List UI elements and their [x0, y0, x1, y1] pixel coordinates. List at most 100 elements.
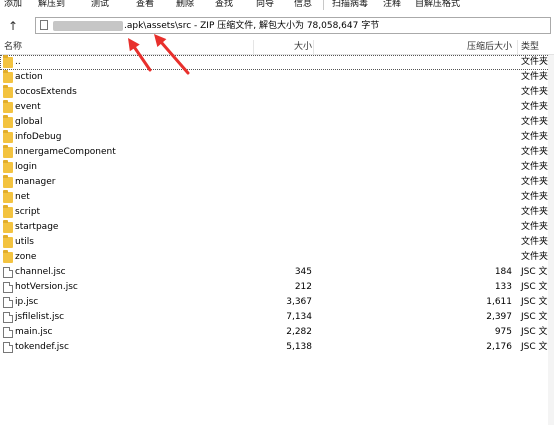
file-name: action [15, 72, 43, 82]
file-name: script [15, 207, 41, 217]
file-name: channel.jsc [15, 267, 66, 277]
file-type: 文件夹 [521, 132, 549, 142]
file-size: 212 [294, 282, 312, 292]
folder-icon [3, 145, 13, 158]
file-type: 文件夹 [521, 162, 549, 172]
name-column-header[interactable]: 名称 [4, 41, 22, 53]
folder-row[interactable]: startpage 文件夹 [0, 220, 554, 235]
toolbar-divider [323, 0, 324, 10]
file-size: 7,134 [286, 312, 312, 322]
file-row[interactable]: hotVersion.jsc 212 133 JSC 文件 [0, 280, 554, 295]
size-column-header[interactable]: 大小 [294, 41, 312, 53]
file-name: manager [15, 177, 56, 187]
vertical-scrollbar[interactable] [548, 55, 554, 425]
column-divider[interactable] [253, 40, 254, 54]
folder-row[interactable]: cocosExtends 文件夹 [0, 85, 554, 100]
file-row[interactable]: jsfilelist.jsc 7,134 2,397 JSC 文件 [0, 310, 554, 325]
file-size: 3,367 [286, 297, 312, 307]
file-icon [3, 267, 13, 278]
folder-row[interactable]: net 文件夹 [0, 190, 554, 205]
packed-size-column-header[interactable]: 压缩后大小 [467, 41, 512, 53]
packed-size: 1,611 [486, 297, 512, 307]
file-name: innergameComponent [15, 147, 116, 157]
file-type: 文件夹 [521, 87, 549, 97]
file-icon [3, 327, 13, 338]
folder-row[interactable]: innergameComponent 文件夹 [0, 145, 554, 160]
comment-button[interactable]: 注释 [383, 0, 401, 13]
file-type: 文件夹 [521, 57, 549, 67]
file-type: 文件夹 [521, 192, 549, 202]
folder-row[interactable]: manager 文件夹 [0, 175, 554, 190]
delete-button[interactable]: 删除 [176, 0, 194, 13]
folder-row[interactable]: global 文件夹 [0, 115, 554, 130]
folder-icon [3, 175, 13, 188]
file-type: 文件夹 [521, 207, 549, 217]
redacted-path-prefix [53, 21, 123, 31]
file-icon [3, 297, 13, 308]
packed-size: 2,397 [486, 312, 512, 322]
file-name: .. [15, 57, 21, 67]
file-size: 345 [294, 267, 312, 277]
file-name: jsfilelist.jsc [15, 312, 65, 322]
column-header: 名称 大小 压缩后大小 类型 [0, 40, 554, 55]
wizard-button[interactable]: 向导 [256, 0, 274, 13]
file-row[interactable]: channel.jsc 345 184 JSC 文件 [0, 265, 554, 280]
folder-icon [3, 130, 13, 143]
type-column-header[interactable]: 类型 [521, 41, 539, 53]
up-arrow-icon[interactable]: ↑ [6, 16, 20, 36]
file-type: 文件夹 [521, 252, 549, 262]
file-icon [3, 342, 13, 353]
packed-size: 2,176 [486, 342, 512, 352]
virus-scan-button[interactable]: 扫描病毒 [332, 0, 368, 13]
folder-row[interactable]: utils 文件夹 [0, 235, 554, 250]
column-divider[interactable] [313, 40, 314, 54]
file-type: 文件夹 [521, 102, 549, 112]
file-name: utils [15, 237, 34, 247]
file-type: 文件夹 [521, 237, 549, 247]
folder-icon [3, 100, 13, 113]
address-bar: ↑ .apk\assets\src - ZIP 压缩文件, 解包大小为 78,0… [0, 14, 554, 38]
file-type: 文件夹 [521, 117, 549, 127]
folder-icon [3, 85, 13, 98]
file-row[interactable]: main.jsc 2,282 975 JSC 文件 [0, 325, 554, 340]
extract-to-button[interactable]: 解压到 [38, 0, 65, 13]
packed-size: 133 [494, 282, 512, 292]
folder-row[interactable]: action 文件夹 [0, 70, 554, 85]
folder-row[interactable]: zone 文件夹 [0, 250, 554, 265]
folder-row[interactable]: infoDebug 文件夹 [0, 130, 554, 145]
folder-row[interactable]: script 文件夹 [0, 205, 554, 220]
sfx-button[interactable]: 自解压格式 [415, 0, 460, 13]
file-row[interactable]: ip.jsc 3,367 1,611 JSC 文件 [0, 295, 554, 310]
add-button[interactable]: 添加 [4, 0, 22, 13]
packed-size: 184 [494, 267, 512, 277]
folder-icon [3, 220, 13, 233]
file-type: 文件夹 [521, 72, 549, 82]
column-divider[interactable] [517, 40, 518, 54]
file-icon [3, 282, 13, 293]
file-name: infoDebug [15, 132, 62, 142]
info-button[interactable]: 信息 [294, 0, 312, 13]
folder-icon [3, 250, 13, 263]
file-name: ip.jsc [15, 297, 39, 307]
path-field[interactable]: .apk\assets\src - ZIP 压缩文件, 解包大小为 78,058… [35, 17, 551, 34]
file-name: main.jsc [15, 327, 53, 337]
view-button[interactable]: 查看 [136, 0, 154, 13]
archive-file-icon [40, 20, 48, 30]
file-row[interactable]: tokendef.jsc 5,138 2,176 JSC 文件 [0, 340, 554, 355]
folder-icon [3, 235, 13, 248]
folder-row[interactable]: login 文件夹 [0, 160, 554, 175]
file-list: .. 文件夹 action 文件夹 cocosExtends 文件夹 event 文件夹 glo… [0, 55, 554, 425]
folder-icon [3, 115, 13, 128]
file-size: 5,138 [286, 342, 312, 352]
file-name: hotVersion.jsc [15, 282, 78, 292]
folder-row[interactable]: event 文件夹 [0, 100, 554, 115]
file-name: zone [15, 252, 37, 262]
file-icon [3, 312, 13, 323]
folder-icon [3, 190, 13, 203]
test-button[interactable]: 测试 [91, 0, 109, 13]
file-name: tokendef.jsc [15, 342, 69, 352]
folder-icon [3, 205, 13, 218]
file-name: login [15, 162, 37, 172]
folder-row[interactable]: .. 文件夹 [0, 55, 554, 70]
find-button[interactable]: 查找 [215, 0, 233, 13]
